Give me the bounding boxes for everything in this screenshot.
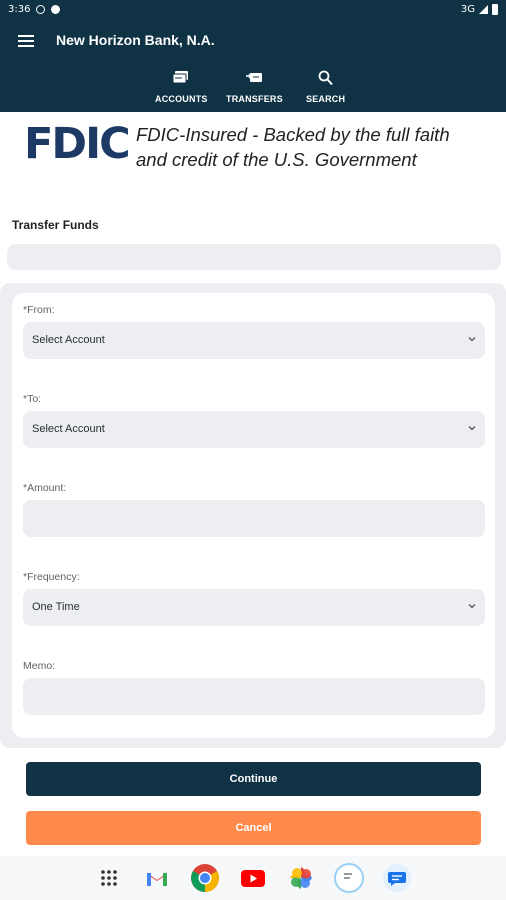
- nav-accounts-label: ACCOUNTS: [155, 94, 208, 104]
- chevron-down-icon: [468, 426, 476, 431]
- continue-button[interactable]: Continue: [26, 762, 481, 796]
- from-label: *From:: [23, 304, 55, 316]
- status-time: 3:36: [8, 3, 31, 15]
- nav-search-label: SEARCH: [306, 94, 346, 104]
- from-value: Select Account: [32, 334, 105, 346]
- youtube-icon[interactable]: [237, 862, 269, 894]
- page-title: Transfer Funds: [12, 218, 99, 232]
- battery-icon: [492, 3, 498, 15]
- memo-label: Memo:: [23, 660, 56, 672]
- app-header: New Horizon Bank, N.A. ACCOUNTS TRANSFER…: [0, 18, 506, 112]
- nav-transfers-label: TRANSFERS: [226, 94, 283, 104]
- to-label: *To:: [23, 393, 42, 405]
- app-drawer-icon[interactable]: [93, 862, 125, 894]
- fdic-line-1: FDIC-Insured - Backed by the full faith: [136, 124, 450, 145]
- gmail-icon[interactable]: [141, 862, 173, 894]
- accounts-icon: [172, 71, 189, 84]
- transfers-icon: [246, 73, 263, 82]
- frequency-select[interactable]: One Time: [23, 589, 485, 626]
- vpn-icon: [36, 4, 46, 14]
- menu-button[interactable]: [18, 35, 34, 47]
- from-select[interactable]: Select Account: [23, 322, 485, 359]
- nav-search[interactable]: SEARCH: [306, 70, 345, 104]
- chevron-down-icon: [468, 604, 476, 609]
- frequency-value: One Time: [32, 601, 80, 613]
- messages-icon[interactable]: [333, 862, 365, 894]
- frequency-label: *Frequency:: [23, 571, 80, 583]
- info-bar: [7, 244, 501, 270]
- status-bar: 3:36 3G: [0, 0, 506, 18]
- network-type: 3G: [460, 3, 475, 15]
- amount-input[interactable]: [23, 500, 485, 537]
- fdic-line-2: and credit of the U.S. Government: [136, 149, 417, 170]
- taskbar: [0, 856, 506, 900]
- nav-transfers[interactable]: TRANSFERS: [226, 70, 283, 104]
- chat-icon[interactable]: [381, 862, 413, 894]
- signal-icon: [479, 4, 488, 14]
- fdic-logo: FDIC: [24, 119, 131, 169]
- app-title: New Horizon Bank, N.A.: [56, 32, 215, 48]
- search-icon: [318, 70, 333, 86]
- fdic-banner: FDIC FDIC-Insured - Backed by the full f…: [24, 119, 494, 172]
- to-value: Select Account: [32, 423, 105, 435]
- memo-input[interactable]: [23, 678, 485, 715]
- to-select[interactable]: Select Account: [23, 411, 485, 448]
- fdic-statement: FDIC-Insured - Backed by the full faith …: [136, 122, 450, 172]
- chrome-icon[interactable]: [189, 862, 221, 894]
- cancel-button[interactable]: Cancel: [26, 811, 481, 845]
- photos-icon[interactable]: [285, 862, 317, 894]
- nav-accounts[interactable]: ACCOUNTS: [155, 70, 208, 104]
- notification-icon: [51, 4, 61, 14]
- amount-label: *Amount:: [23, 482, 67, 494]
- chevron-down-icon: [468, 337, 476, 342]
